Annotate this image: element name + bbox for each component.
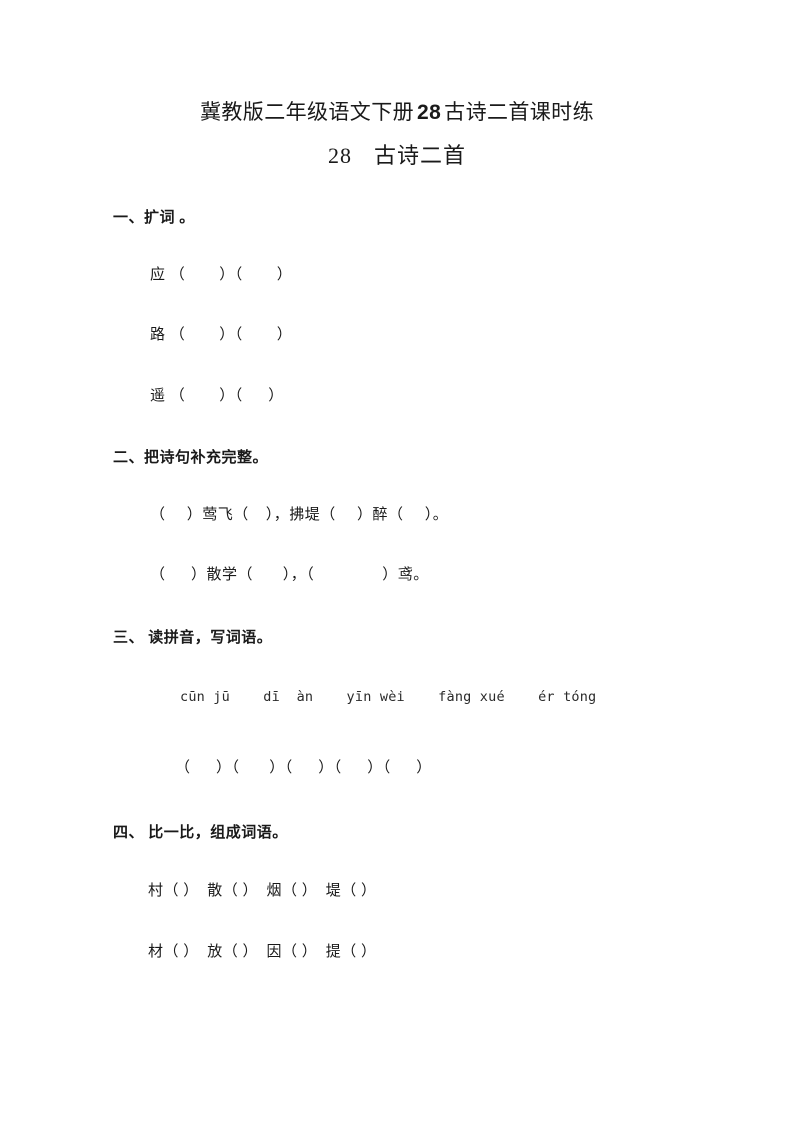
compare-row-bottom[interactable]: 材（ ） 放（ ） 因（ ） 提（ ） (0, 941, 794, 964)
page-title-suffix: 古诗二首课时练 (444, 100, 594, 124)
expand-word-row-yao[interactable]: 遥 （ ）（ ） (0, 385, 794, 408)
page-subtitle-number: 28 (327, 143, 352, 169)
page-title-prefix: 冀教版二年级语文下册 (200, 100, 414, 124)
expand-word-row-ying[interactable]: 应 （ ）（ ） (0, 264, 794, 287)
worksheet-content: 一、扩词 。 应 （ ）（ ） 路 （ ）（ ） 遥 （ ）（ ） 二、把诗句补… (0, 207, 794, 963)
section-pinyin-writing: 三、 读拼音，写词语。 cūn jū dī àn yīn wèi fàng xu… (0, 627, 794, 780)
section-body-1: 应 （ ）（ ） 路 （ ）（ ） 遥 （ ）（ ） (0, 264, 794, 408)
pinyin-prompt-row: cūn jū dī àn yīn wèi fàng xué ér tóng (180, 689, 597, 706)
page-title: 冀教版二年级语文下册 28 古诗二首课时练 (0, 0, 794, 127)
page-title-lesson-number: 28 (417, 101, 442, 124)
section-body-3: cūn jū dī àn yīn wèi fàng xué ér tóng （ … (0, 687, 794, 780)
section-body-4: 村（ ） 散（ ） 烟（ ） 堤（ ） 材（ ） 放（ ） 因（ ） 提（ ） (0, 880, 794, 963)
worksheet-page: 冀教版二年级语文下册 28 古诗二首课时练 28 古诗二首 一、扩词 。 应 （ ）（… (0, 0, 794, 1123)
page-subtitle-text: 古诗二首 (373, 143, 466, 169)
compare-row-top[interactable]: 村（ ） 散（ ） 烟（ ） 堤（ ） (0, 880, 794, 903)
section-heading-3: 三、 读拼音，写词语。 (113, 629, 273, 646)
poem-line-1[interactable]: （ ）莺飞（ ），拂堤（ ）醉（ ）。 (0, 504, 794, 527)
section-heading-2: 二、把诗句补充完整。 (113, 450, 269, 467)
poem-line-2[interactable]: （ ）散学（ ），（ ）鸢。 (0, 564, 794, 587)
section-complete-poem: 二、把诗句补充完整。 （ ）莺飞（ ），拂堤（ ）醉（ ）。 （ ）散学（ ），… (0, 447, 794, 587)
section-expand-words: 一、扩词 。 应 （ ）（ ） 路 （ ）（ ） 遥 （ ）（ ） (0, 207, 794, 407)
section-heading-1: 一、扩词 。 (113, 210, 195, 227)
pinyin-answer-row[interactable]: （ ）（ ）（ ）（ ）（ ） (0, 757, 794, 780)
section-heading-4: 四、 比一比，组成词语。 (113, 824, 288, 841)
expand-word-row-lu[interactable]: 路 （ ）（ ） (0, 324, 794, 347)
section-body-2: （ ）莺飞（ ），拂堤（ ）醉（ ）。 （ ）散学（ ），（ ）鸢。 (0, 504, 794, 587)
page-subtitle: 28 古诗二首 (0, 127, 794, 171)
section-compare-characters: 四、 比一比，组成词语。 村（ ） 散（ ） 烟（ ） 堤（ ） 材（ ） 放（… (0, 822, 794, 964)
